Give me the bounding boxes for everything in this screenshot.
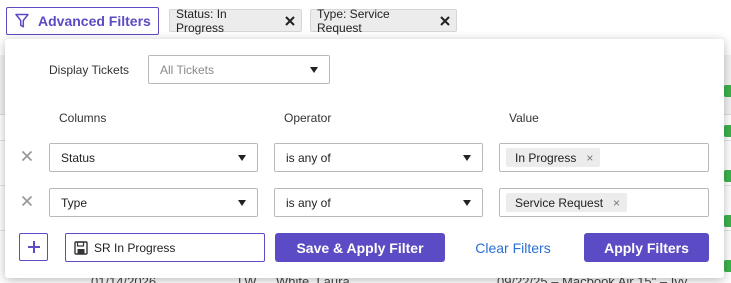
status-indicator xyxy=(724,85,731,97)
caret-down-icon xyxy=(463,200,471,206)
column-value: Status xyxy=(61,150,96,165)
operator-value: is any of xyxy=(286,150,331,165)
active-filter-chip-type: Type: Service Request xyxy=(310,6,457,35)
close-icon[interactable]: × xyxy=(586,151,593,165)
display-tickets-value: All Tickets xyxy=(160,62,215,77)
column-select-type[interactable]: Type xyxy=(49,188,258,217)
close-icon[interactable] xyxy=(440,15,450,26)
chip-label: Type: Service Request xyxy=(317,6,390,35)
filter-name-input[interactable] xyxy=(94,240,264,255)
caret-down-icon xyxy=(310,67,318,73)
value-tag-label: Service Request xyxy=(515,195,604,210)
advanced-filters-panel: Display Tickets All Tickets Columns Oper… xyxy=(5,39,724,278)
column-select-status[interactable]: Status xyxy=(49,143,258,172)
close-icon[interactable] xyxy=(285,15,295,26)
columns-header: Columns xyxy=(59,111,107,125)
status-indicator xyxy=(724,170,731,182)
caret-down-icon xyxy=(238,200,246,206)
status-indicator xyxy=(724,260,731,272)
plus-icon xyxy=(27,241,40,253)
display-tickets-select[interactable]: All Tickets xyxy=(148,55,330,84)
operator-header: Operator xyxy=(284,111,332,125)
caret-down-icon xyxy=(238,155,246,161)
funnel-icon xyxy=(15,13,29,28)
operator-select[interactable]: is any of xyxy=(274,188,483,217)
close-icon[interactable] xyxy=(21,150,35,164)
floppy-disk-icon xyxy=(74,240,88,255)
status-indicator xyxy=(724,125,731,137)
operator-value: is any of xyxy=(286,195,331,210)
clear-filters-button[interactable]: Clear Filters xyxy=(463,233,563,262)
save-apply-filter-button[interactable]: Save & Apply Filter xyxy=(275,233,445,262)
add-filter-row-button[interactable] xyxy=(19,233,48,261)
value-header: Value xyxy=(509,111,539,125)
value-tag: Service Request × xyxy=(506,193,628,212)
column-value: Type xyxy=(61,195,88,210)
value-multiselect[interactable]: In Progress × xyxy=(499,143,709,172)
close-icon[interactable]: × xyxy=(613,196,620,210)
value-tag: In Progress × xyxy=(506,148,601,167)
caret-down-icon xyxy=(463,155,471,161)
filter-toolbar: Advanced Filters Status: In Progress Typ… xyxy=(0,0,731,40)
display-tickets-label: Display Tickets xyxy=(49,63,130,77)
status-indicator xyxy=(724,215,731,227)
value-multiselect[interactable]: Service Request × xyxy=(499,188,709,217)
close-icon[interactable] xyxy=(21,195,35,209)
chip-label: Status: In Progress xyxy=(176,6,227,35)
active-filter-chip-status: Status: In Progress xyxy=(169,6,302,35)
operator-select[interactable]: is any of xyxy=(274,143,483,172)
value-tag-label: In Progress xyxy=(515,150,577,165)
advanced-filters-button[interactable]: Advanced Filters xyxy=(6,7,159,35)
advanced-filters-label: Advanced Filters xyxy=(38,13,151,29)
filter-name-field[interactable] xyxy=(65,233,265,262)
apply-filters-button[interactable]: Apply Filters xyxy=(584,233,709,262)
